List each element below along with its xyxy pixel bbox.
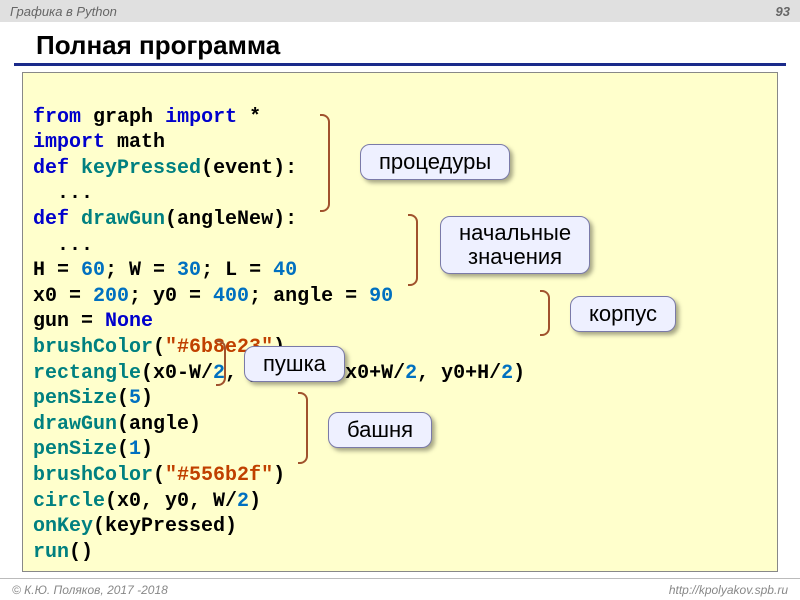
ellipsis1: ... <box>33 182 93 205</box>
copyright: © К.Ю. Поляков, 2017 -2018 <box>12 583 168 597</box>
l9a: gun = <box>33 310 105 333</box>
l8n2: 400 <box>213 285 249 308</box>
fn-onkey: onKey <box>33 515 93 538</box>
l13a: (angle) <box>117 413 201 436</box>
fn-drawgun: drawGun <box>33 413 117 436</box>
l7b: ; W = <box>105 259 177 282</box>
l15p2: ) <box>273 464 285 487</box>
l14p1: ( <box>117 438 129 461</box>
callout-initial: начальные значения <box>440 216 590 274</box>
kw-import: import <box>165 106 237 129</box>
fn-circle: circle <box>33 490 105 513</box>
brace-tower <box>298 392 308 464</box>
star: * <box>249 106 261 129</box>
l15p1: ( <box>153 464 165 487</box>
mod-math: math <box>117 131 165 154</box>
l11n3: 2 <box>405 362 417 385</box>
fn-rectangle: rectangle <box>33 362 141 385</box>
none: None <box>105 310 153 333</box>
slide-title: Полная программа <box>14 22 786 66</box>
l7n3: 40 <box>273 259 297 282</box>
kw-def1: def <box>33 157 69 180</box>
l11p5: ) <box>513 362 525 385</box>
l8n3: 90 <box>369 285 393 308</box>
brace-body <box>540 290 550 336</box>
l12p2: ) <box>141 387 153 410</box>
brace-procedures <box>320 114 330 212</box>
l10p1: ( <box>153 336 165 359</box>
args1: (event): <box>201 157 297 180</box>
header-bar: Графика в Python 93 <box>0 0 800 22</box>
fn-pensize2: penSize <box>33 438 117 461</box>
l11p4: , y0+H/ <box>417 362 501 385</box>
kw-def2: def <box>33 208 69 231</box>
kw-import2: import <box>33 131 105 154</box>
fn-keypressed: keyPressed <box>81 157 201 180</box>
l15s: "#556b2f" <box>165 464 273 487</box>
fn-brushcolor1: brushColor <box>33 336 153 359</box>
l8n1: 200 <box>93 285 129 308</box>
ellipsis2: ... <box>33 234 93 257</box>
l8a: x0 = <box>33 285 93 308</box>
header-left: Графика в Python <box>10 4 117 19</box>
l12p1: ( <box>117 387 129 410</box>
footer: © К.Ю. Поляков, 2017 -2018 http://kpolya… <box>0 578 800 600</box>
page-number: 93 <box>776 4 790 19</box>
brace-initial <box>408 214 418 286</box>
l16n: 2 <box>237 490 249 513</box>
l14p2: ) <box>141 438 153 461</box>
l16p1: (x0, y0, W/ <box>105 490 237 513</box>
fn-drawgun-def: drawGun <box>81 208 165 231</box>
kw-from: from <box>33 106 81 129</box>
l11n4: 2 <box>501 362 513 385</box>
l7a: H = <box>33 259 81 282</box>
l17a: (keyPressed) <box>93 515 237 538</box>
fn-run: run <box>33 541 69 564</box>
l11p1: (x0-W/ <box>141 362 213 385</box>
callout-body: корпус <box>570 296 676 332</box>
brace-gun <box>216 340 226 386</box>
l8c: ; angle = <box>249 285 369 308</box>
args2: (angleNew): <box>165 208 297 231</box>
l14n: 1 <box>129 438 141 461</box>
l7n1: 60 <box>81 259 105 282</box>
l8b: ; y0 = <box>129 285 213 308</box>
l12n: 5 <box>129 387 141 410</box>
l16p2: ) <box>249 490 261 513</box>
callout-tower: башня <box>328 412 432 448</box>
fn-brushcolor2: brushColor <box>33 464 153 487</box>
l7n2: 30 <box>177 259 201 282</box>
callout-procedures: процедуры <box>360 144 510 180</box>
l7c: ; L = <box>201 259 273 282</box>
callout-gun: пушка <box>244 346 345 382</box>
footer-url: http://kpolyakov.spb.ru <box>669 583 788 597</box>
fn-pensize1: penSize <box>33 387 117 410</box>
l18a: () <box>69 541 93 564</box>
mod-graph: graph <box>93 106 153 129</box>
